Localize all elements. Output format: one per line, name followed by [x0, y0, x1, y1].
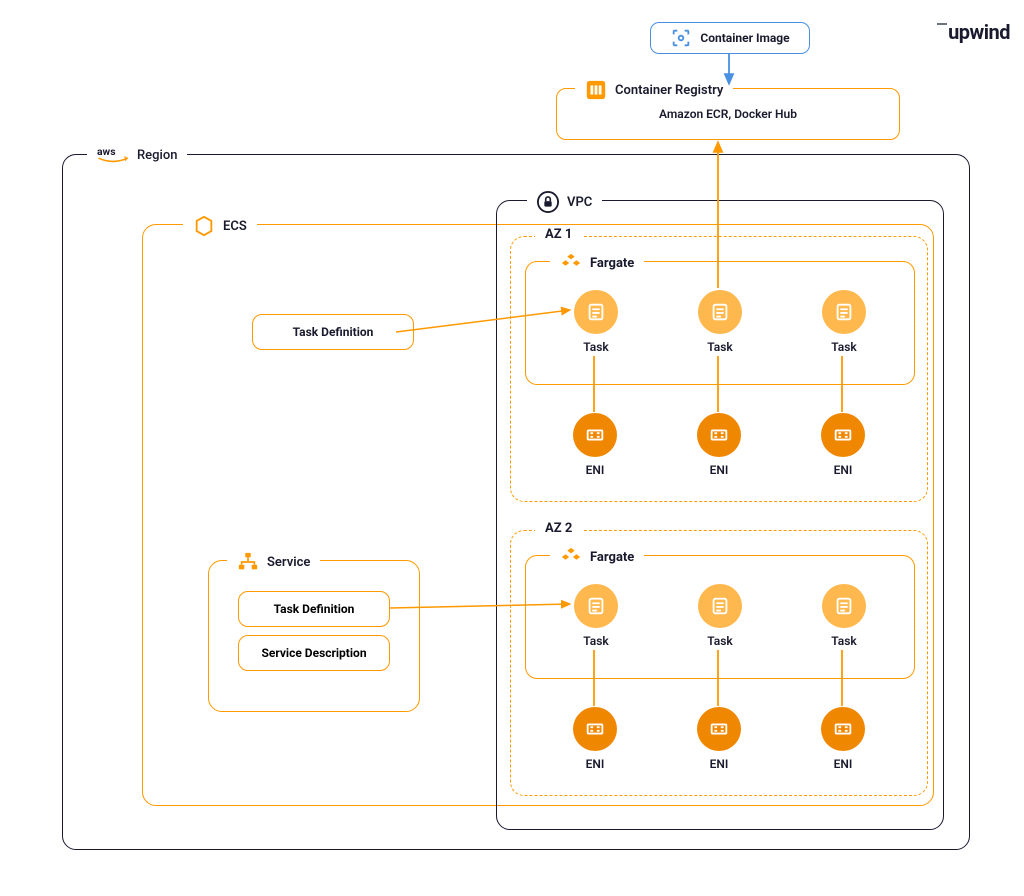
- az1-eni-3: ENI: [803, 413, 883, 477]
- eni-label: ENI: [834, 463, 853, 477]
- service-description-label: Service Description: [261, 646, 366, 660]
- az2-fargate-box: Fargate Task Task Task: [525, 555, 915, 679]
- eni-icon: [697, 707, 741, 751]
- az1-fargate-label: Fargate: [590, 256, 634, 271]
- task-icon: [822, 584, 866, 628]
- fargate-icon: [560, 252, 582, 274]
- az2-eni-1: ENI: [555, 707, 635, 771]
- az2-eni-3: ENI: [803, 707, 883, 771]
- az2-task-3: Task: [804, 584, 884, 648]
- az1-box: AZ 1 Fargate Task T: [510, 236, 928, 502]
- task-icon: [822, 290, 866, 334]
- diagram-canvas: upwind Container Image Container Registr…: [0, 0, 1024, 896]
- task-definition-box-1: Task Definition: [252, 314, 414, 350]
- task-definition-box-2: Task Definition: [238, 591, 390, 627]
- fargate-icon: [560, 546, 582, 568]
- az1-eni-1: ENI: [555, 413, 635, 477]
- az1-label: AZ 1: [535, 227, 582, 242]
- region-label-wrap: aws Region: [87, 145, 187, 165]
- task-label: Task: [831, 340, 857, 354]
- eni-label: ENI: [586, 757, 605, 771]
- container-image-label: Container Image: [700, 31, 789, 45]
- az1-fargate-label-wrap: Fargate: [550, 252, 644, 274]
- svg-text:aws: aws: [97, 145, 116, 158]
- ecs-label: ECS: [223, 219, 247, 234]
- task-definition-label: Task Definition: [274, 602, 355, 616]
- ecs-label-wrap: ECS: [183, 215, 257, 237]
- vpc-label: VPC: [567, 195, 592, 210]
- task-icon: [698, 290, 742, 334]
- container-image-box: Container Image: [650, 22, 810, 54]
- container-registry-title: Container Registry: [615, 83, 723, 98]
- az1-task-1: Task: [556, 290, 636, 354]
- registry-icon: [585, 79, 607, 101]
- az2-task-2: Task: [680, 584, 760, 648]
- az2-fargate-label-wrap: Fargate: [550, 546, 644, 568]
- eni-label: ENI: [710, 757, 729, 771]
- eni-label: ENI: [834, 757, 853, 771]
- lock-icon: [537, 191, 559, 213]
- az2-box: AZ 2 Fargate Task Task: [510, 530, 928, 796]
- task-label: Task: [707, 634, 733, 648]
- az1-task-3: Task: [804, 290, 884, 354]
- eni-icon: [573, 707, 617, 751]
- az1-eni-2: ENI: [679, 413, 759, 477]
- region-label: Region: [137, 148, 177, 163]
- service-icon: [237, 551, 259, 573]
- container-registry-box: Container Registry Amazon ECR, Docker Hu…: [556, 88, 900, 140]
- task-label: Task: [583, 634, 609, 648]
- brand-logo: upwind: [937, 20, 1010, 44]
- az1-task-2: Task: [680, 290, 760, 354]
- eni-icon: [697, 413, 741, 457]
- az2-eni-2: ENI: [679, 707, 759, 771]
- eni-icon: [821, 707, 865, 751]
- task-label: Task: [583, 340, 609, 354]
- task-icon: [574, 290, 618, 334]
- eni-label: ENI: [586, 463, 605, 477]
- service-box: Service Task Definition Service Descript…: [208, 560, 420, 712]
- task-icon: [698, 584, 742, 628]
- focus-icon: [670, 27, 692, 49]
- vpc-label-wrap: VPC: [527, 191, 602, 213]
- service-description-box: Service Description: [238, 635, 390, 671]
- eni-icon: [821, 413, 865, 457]
- az1-fargate-box: Fargate Task Task Task: [525, 261, 915, 385]
- az2-fargate-label: Fargate: [590, 550, 634, 565]
- task-definition-label: Task Definition: [293, 325, 374, 339]
- task-icon: [574, 584, 618, 628]
- service-label: Service: [267, 555, 310, 570]
- task-label: Task: [831, 634, 857, 648]
- ecs-icon: [193, 215, 215, 237]
- eni-label: ENI: [710, 463, 729, 477]
- container-registry-title-wrap: Container Registry: [575, 79, 733, 101]
- aws-icon: aws: [97, 145, 129, 165]
- task-label: Task: [707, 340, 733, 354]
- az2-task-1: Task: [556, 584, 636, 648]
- service-label-wrap: Service: [227, 551, 320, 573]
- eni-icon: [573, 413, 617, 457]
- az2-label: AZ 2: [535, 521, 582, 536]
